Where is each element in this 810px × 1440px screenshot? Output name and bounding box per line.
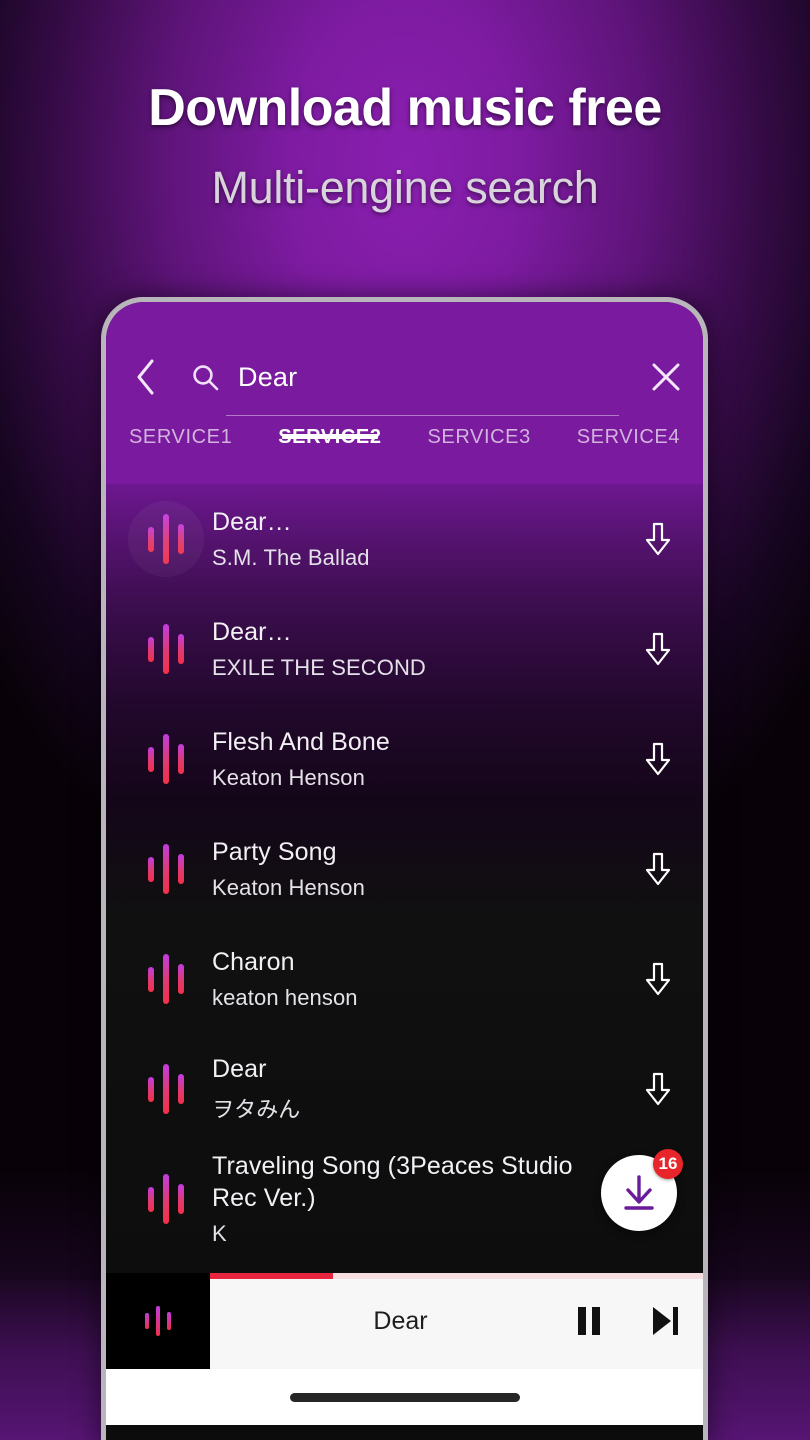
music-wave-icon	[148, 734, 184, 784]
pause-icon	[578, 1307, 600, 1335]
search-icon	[184, 362, 226, 392]
tab-service4[interactable]: SERVICE4	[554, 422, 703, 449]
track-text-block: Charon keaton henson	[204, 947, 629, 1012]
music-wave-icon	[148, 844, 184, 894]
track-artist: EXILE THE SECOND	[212, 655, 426, 681]
download-button[interactable]	[629, 851, 687, 887]
track-thumbnail	[128, 501, 204, 577]
table-row[interactable]: Charon keaton henson	[106, 924, 703, 1034]
search-results-area: Dear… S.M. The Ballad Dear… EXILE THE SECON…	[106, 484, 703, 1273]
track-artist: ヲタみん	[212, 1097, 301, 1123]
track-thumbnail	[128, 721, 204, 797]
table-row[interactable]: Dear… S.M. The Ballad	[106, 484, 703, 594]
track-artist: K	[212, 1221, 227, 1246]
track-thumbnail	[128, 831, 204, 907]
player-now-playing-title: Dear	[373, 1306, 428, 1335]
player-thumbnail[interactable]	[106, 1273, 210, 1369]
download-arrow-icon	[645, 852, 671, 886]
downloads-count-badge: 16	[653, 1149, 683, 1179]
track-title: Charon	[212, 947, 295, 976]
tab-label: SERVICE4	[576, 426, 681, 448]
table-row[interactable]: Dear… EXILE THE SECOND	[106, 594, 703, 704]
track-thumbnail	[128, 611, 204, 687]
search-value: Dear	[238, 361, 298, 392]
promo-headline: Download music free	[148, 79, 662, 137]
track-title: Traveling Song (3Peaces Studio Rec Ver.)	[212, 1152, 573, 1212]
track-artist: Keaton Henson	[212, 875, 365, 901]
tab-label: SERVICE3	[427, 426, 531, 448]
next-track-icon	[653, 1307, 678, 1335]
search-underline	[226, 415, 619, 416]
pause-button[interactable]	[551, 1304, 627, 1338]
tab-service1[interactable]: SERVICE1	[106, 422, 255, 449]
track-title: Dear…	[212, 617, 292, 646]
track-text-block: Traveling Song (3Peaces Studio Rec Ver.)…	[204, 1151, 629, 1247]
track-text-block: Dear… S.M. The Ballad	[204, 507, 629, 572]
download-button[interactable]	[629, 961, 687, 997]
promo-text-block: Download music free Multi-engine search	[0, 78, 810, 214]
player-progress-fill	[210, 1273, 334, 1279]
chevron-left-icon	[137, 359, 154, 395]
download-arrow-icon	[645, 632, 671, 666]
search-input[interactable]: Dear	[184, 344, 629, 416]
download-arrow-icon	[645, 742, 671, 776]
player-progress-bar[interactable]	[210, 1273, 703, 1279]
phone-mockup-frame: Dear SERVICE1 SERVICE2 SERVICE3 SERVICE4 De…	[101, 297, 708, 1440]
track-title: Party Song	[212, 837, 337, 866]
system-navigation-bar	[106, 1369, 703, 1425]
thumbnail-halo	[128, 501, 204, 577]
phone-screen: Dear SERVICE1 SERVICE2 SERVICE3 SERVICE4 De…	[106, 302, 703, 1440]
music-wave-icon	[148, 954, 184, 1004]
track-thumbnail	[128, 1051, 204, 1127]
track-text-block: Dear ヲタみん	[204, 1054, 629, 1125]
download-arrow-icon	[645, 522, 671, 556]
download-button[interactable]	[629, 741, 687, 777]
service-tabs: SERVICE1 SERVICE2 SERVICE3 SERVICE4	[106, 422, 703, 484]
clear-search-button[interactable]	[629, 344, 703, 410]
table-row[interactable]: Party Song Keaton Henson	[106, 814, 703, 924]
table-row[interactable]: Dear19's Sound Factory	[106, 1254, 703, 1273]
download-button[interactable]	[629, 631, 687, 667]
download-arrow-icon	[645, 1072, 671, 1106]
track-thumbnail	[128, 941, 204, 1017]
active-tab-indicator	[281, 434, 378, 439]
home-indicator[interactable]	[289, 1392, 520, 1402]
table-row[interactable]: Flesh And Bone Keaton Henson	[106, 704, 703, 814]
track-title: Flesh And Bone	[212, 727, 390, 756]
close-icon	[652, 363, 680, 391]
back-button[interactable]	[106, 344, 184, 410]
app-bar: Dear SERVICE1 SERVICE2 SERVICE3 SERVICE4	[106, 302, 703, 484]
search-results-list: Dear… S.M. The Ballad Dear… EXILE THE SECON…	[106, 484, 703, 1273]
music-wave-icon	[145, 1306, 171, 1336]
music-wave-icon	[148, 624, 184, 674]
download-button[interactable]	[629, 521, 687, 557]
track-title: Dear	[212, 1054, 267, 1083]
tab-service2[interactable]: SERVICE2	[255, 422, 404, 449]
track-artist: Keaton Henson	[212, 765, 365, 791]
track-artist: keaton henson	[212, 985, 358, 1011]
track-title: Dear…	[212, 507, 292, 536]
mini-player-bar: Dear	[106, 1273, 703, 1369]
search-row: Dear	[106, 344, 703, 416]
music-wave-icon	[148, 1174, 184, 1224]
download-button[interactable]	[629, 1071, 687, 1107]
tab-label: SERVICE1	[128, 426, 233, 448]
track-thumbnail	[128, 1161, 204, 1237]
track-artist: S.M. The Ballad	[212, 545, 370, 571]
music-wave-icon	[148, 1064, 184, 1114]
table-row[interactable]: Dear ヲタみん	[106, 1034, 703, 1144]
promo-screenshot: Download music free Multi-engine search	[0, 0, 810, 1440]
promo-subheadline: Multi-engine search	[211, 162, 599, 213]
download-tray-icon	[624, 1175, 654, 1210]
track-text-block: Party Song Keaton Henson	[204, 837, 629, 902]
download-arrow-icon	[645, 962, 671, 996]
track-text-block: Flesh And Bone Keaton Henson	[204, 727, 629, 792]
next-track-button[interactable]	[627, 1304, 703, 1338]
tab-service3[interactable]: SERVICE3	[405, 422, 554, 449]
track-text-block: Dear… EXILE THE SECOND	[204, 617, 629, 682]
downloads-fab-button[interactable]: 16	[601, 1149, 683, 1231]
